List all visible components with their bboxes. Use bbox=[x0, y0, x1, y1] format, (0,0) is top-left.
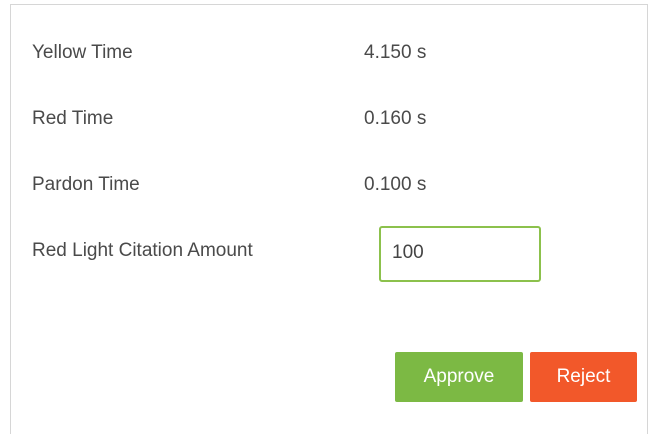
citation-amount-label: Red Light Citation Amount bbox=[32, 240, 253, 261]
yellow-time-row: Yellow Time 4.150 s bbox=[11, 33, 647, 73]
citation-amount-input[interactable] bbox=[381, 228, 532, 278]
pardon-time-label: Pardon Time bbox=[32, 174, 140, 195]
approve-button[interactable]: Approve bbox=[395, 352, 523, 402]
pardon-time-row: Pardon Time 0.100 s bbox=[11, 165, 647, 205]
yellow-time-value: 4.150 s bbox=[364, 42, 427, 63]
red-time-value: 0.160 s bbox=[364, 108, 427, 129]
red-time-row: Red Time 0.160 s bbox=[11, 99, 647, 139]
citation-amount-row: Red Light Citation Amount bbox=[11, 231, 647, 271]
citation-review-panel: Yellow Time 4.150 s Red Time 0.160 s Par… bbox=[10, 4, 648, 434]
citation-amount-field[interactable] bbox=[379, 226, 541, 282]
reject-button[interactable]: Reject bbox=[530, 352, 637, 402]
red-time-label: Red Time bbox=[32, 108, 114, 129]
pardon-time-value: 0.100 s bbox=[364, 174, 427, 195]
yellow-time-label: Yellow Time bbox=[32, 42, 133, 63]
